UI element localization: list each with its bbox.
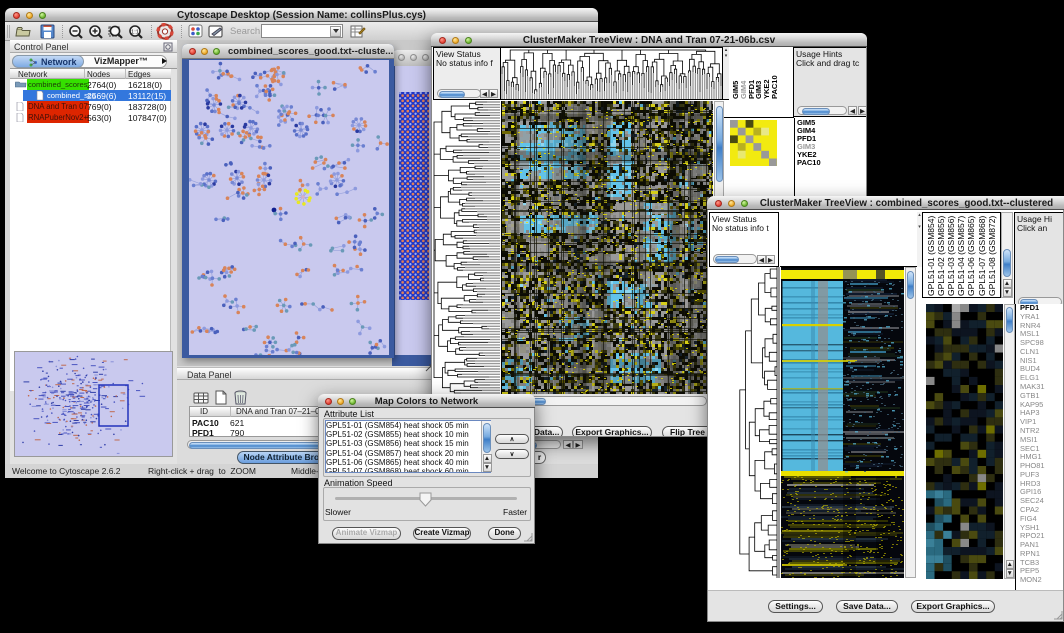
svg-text:1:1: 1:1 — [131, 29, 139, 35]
